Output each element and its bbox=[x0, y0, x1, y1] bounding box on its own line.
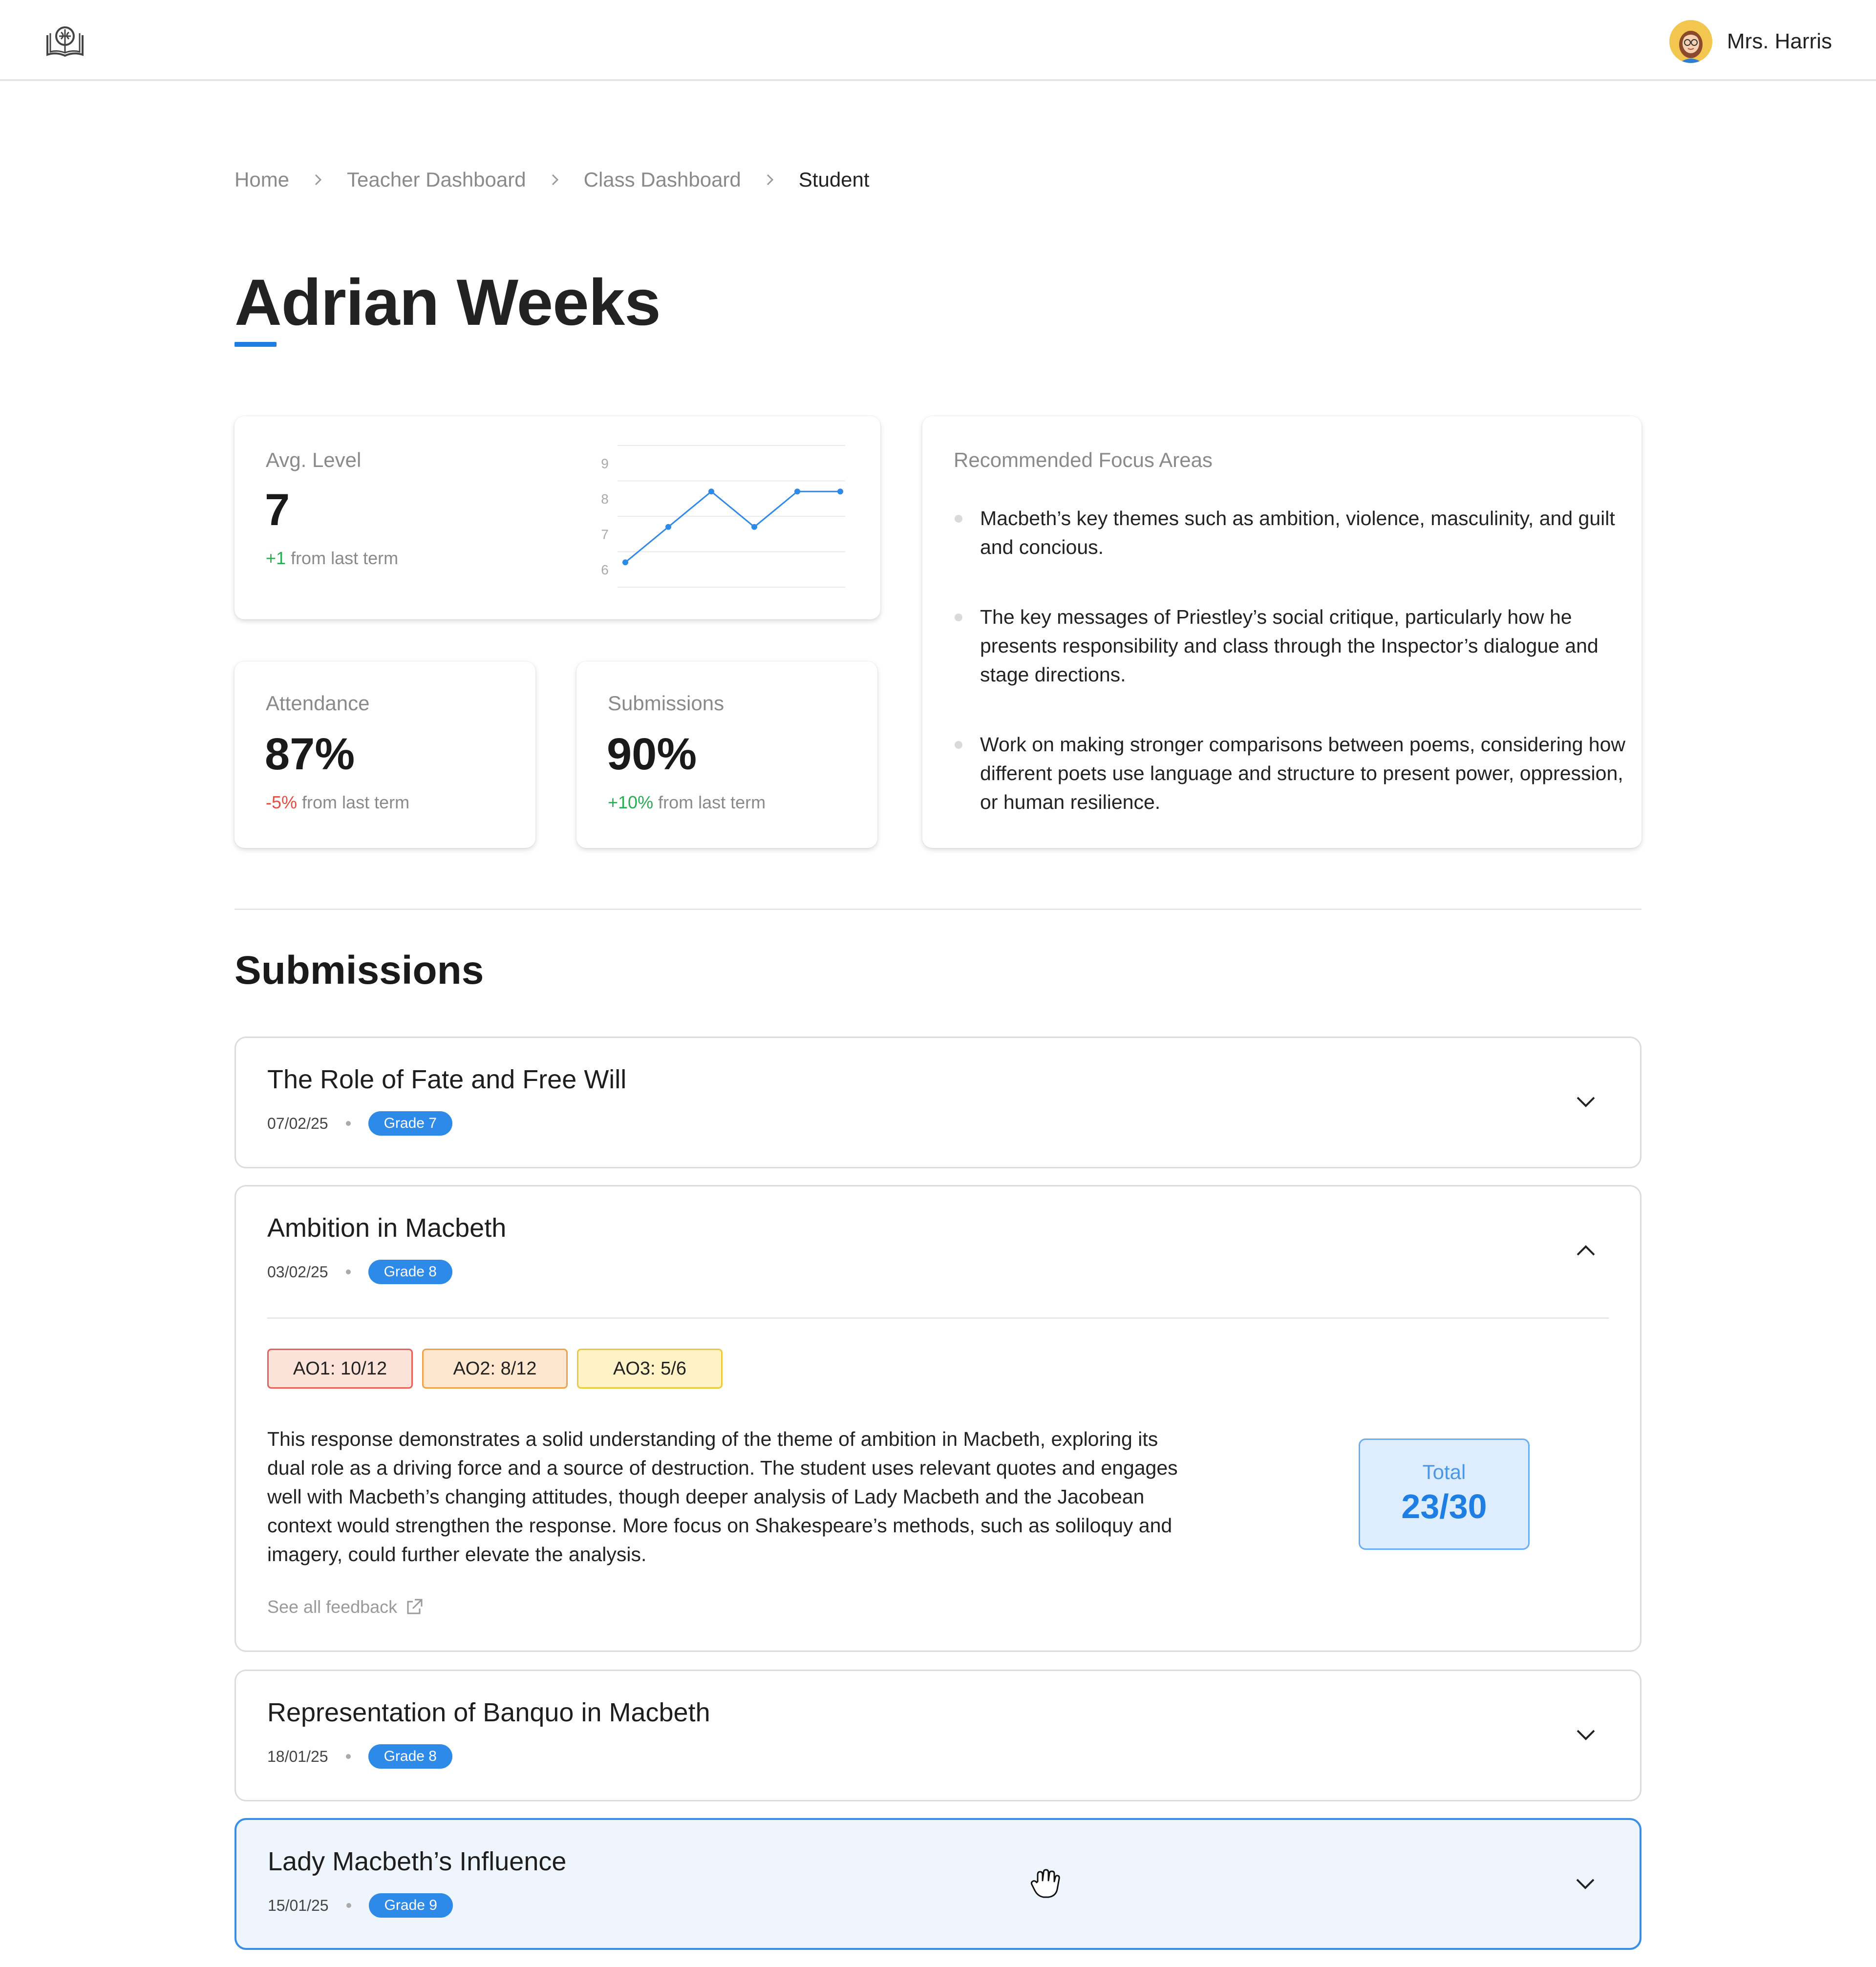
total-label: Total bbox=[1422, 1460, 1466, 1483]
attendance-value: 87% bbox=[265, 729, 355, 779]
attendance-label: Attendance bbox=[266, 692, 370, 715]
chart-point bbox=[751, 524, 757, 530]
submission-meta: 03/02/25 Grade 8 bbox=[267, 1260, 452, 1284]
inner-divider bbox=[267, 1317, 1609, 1319]
title-underline bbox=[234, 342, 277, 347]
book-brain-logo-icon[interactable] bbox=[45, 24, 85, 60]
user-menu[interactable]: Mrs. Harris bbox=[1669, 20, 1832, 63]
grade-badge: Grade 8 bbox=[368, 1744, 452, 1769]
see-all-feedback-label: See all feedback bbox=[267, 1597, 398, 1617]
breadcrumb-current: Student bbox=[798, 168, 870, 191]
avg-level-delta-suffix: from last term bbox=[291, 548, 399, 568]
grade-badge: Grade 9 bbox=[368, 1893, 453, 1918]
see-all-feedback-link[interactable]: See all feedback bbox=[267, 1597, 424, 1617]
submissions-heading: Submissions bbox=[234, 948, 484, 993]
chart-y-tick-label: 7 bbox=[601, 527, 609, 542]
focus-areas-list: Macbeth’s key themes such as ambition, v… bbox=[954, 504, 1628, 858]
feedback-text: This response demonstrates a solid under… bbox=[267, 1428, 1178, 1565]
separator-dot bbox=[346, 1903, 351, 1908]
attendance-delta: -5% from last term bbox=[266, 792, 409, 813]
page-title: Adrian Weeks bbox=[234, 266, 661, 339]
avg-level-line-chart: 9 8 7 6 bbox=[601, 445, 845, 588]
avg-level-delta: +1 from last term bbox=[266, 548, 398, 569]
chart-y-tick-label: 6 bbox=[601, 562, 609, 577]
ao2-score-badge: AO2: 8/12 bbox=[422, 1349, 568, 1389]
submission-item-hovered[interactable]: Lady Macbeth’s Influence 15/01/25 Grade … bbox=[234, 1818, 1642, 1950]
separator-dot bbox=[345, 1269, 351, 1274]
submission-date: 03/02/25 bbox=[267, 1263, 328, 1281]
chart-point bbox=[708, 488, 714, 495]
user-name: Mrs. Harris bbox=[1727, 29, 1832, 53]
submissions-value: 90% bbox=[607, 729, 697, 779]
submission-date: 07/02/25 bbox=[267, 1114, 328, 1132]
focus-item: The key messages of Priestley’s social c… bbox=[954, 603, 1628, 689]
submission-title: Lady Macbeth’s Influence bbox=[268, 1847, 567, 1876]
chevron-down-icon[interactable] bbox=[1576, 1096, 1596, 1108]
breadcrumb-home[interactable]: Home bbox=[234, 168, 289, 191]
attendance-delta-suffix: from last term bbox=[302, 792, 410, 812]
hand-cursor-icon bbox=[1030, 1869, 1060, 1898]
chart-y-tick-label: 8 bbox=[601, 491, 609, 507]
total-value: 23/30 bbox=[1401, 1487, 1487, 1525]
ao1-score-badge: AO1: 10/12 bbox=[267, 1349, 413, 1389]
attendance-card: Attendance 87% -5% from last term bbox=[234, 661, 535, 848]
submission-item[interactable]: The Role of Fate and Free Will 07/02/25 … bbox=[234, 1036, 1642, 1168]
top-bar: Mrs. Harris bbox=[0, 0, 1876, 81]
submission-meta: 15/01/25 Grade 9 bbox=[268, 1893, 453, 1918]
submission-date: 15/01/25 bbox=[268, 1896, 329, 1914]
submission-date: 18/01/25 bbox=[267, 1747, 328, 1765]
submission-title: Ambition in Macbeth bbox=[267, 1213, 507, 1243]
submission-title: The Role of Fate and Free Will bbox=[267, 1065, 627, 1094]
focus-areas-title: Recommended Focus Areas bbox=[954, 448, 1213, 471]
submission-item-expanded[interactable]: Ambition in Macbeth 03/02/25 Grade 8 AO1… bbox=[234, 1185, 1642, 1652]
chart-y-tick-label: 9 bbox=[601, 456, 609, 471]
submission-title: Representation of Banquo in Macbeth bbox=[267, 1698, 710, 1727]
focus-areas-card: Recommended Focus Areas Macbeth’s key th… bbox=[922, 416, 1642, 848]
submissions-label: Submissions bbox=[608, 692, 725, 715]
chevron-down-icon[interactable] bbox=[1575, 1878, 1596, 1890]
section-divider bbox=[234, 909, 1642, 910]
chart-point bbox=[665, 524, 671, 530]
external-link-icon bbox=[407, 1599, 423, 1614]
chevron-up-icon[interactable] bbox=[1576, 1244, 1596, 1257]
avg-level-delta-value: +1 bbox=[266, 548, 286, 568]
chevron-down-icon[interactable] bbox=[1576, 1729, 1596, 1741]
separator-dot bbox=[345, 1754, 351, 1759]
chart-point bbox=[837, 488, 843, 495]
submissions-delta-value: +10% bbox=[608, 792, 654, 812]
submission-meta: 18/01/25 Grade 8 bbox=[267, 1744, 452, 1769]
submission-item[interactable]: Representation of Banquo in Macbeth 18/0… bbox=[234, 1670, 1642, 1801]
total-score-box: Total 23/30 bbox=[1359, 1438, 1530, 1550]
avg-level-label: Avg. Level bbox=[266, 448, 362, 471]
breadcrumb-teacher-dashboard[interactable]: Teacher Dashboard bbox=[347, 168, 526, 191]
grade-badge: Grade 8 bbox=[368, 1260, 452, 1284]
submissions-delta-suffix: from last term bbox=[658, 792, 766, 812]
chart-point bbox=[794, 488, 800, 495]
avg-level-value: 7 bbox=[265, 485, 290, 535]
chevron-right-icon bbox=[767, 174, 773, 186]
breadcrumb: Home Teacher Dashboard Class Dashboard S… bbox=[234, 168, 870, 191]
ao3-score-badge: AO3: 5/6 bbox=[577, 1349, 723, 1389]
grade-badge: Grade 7 bbox=[368, 1111, 452, 1136]
attendance-delta-value: -5% bbox=[266, 792, 298, 812]
focus-item: Macbeth’s key themes such as ambition, v… bbox=[954, 504, 1628, 562]
submissions-card: Submissions 90% +10% from last term bbox=[576, 661, 877, 848]
chevron-right-icon bbox=[315, 174, 322, 186]
focus-item: Work on making stronger comparisons betw… bbox=[954, 730, 1628, 817]
submission-meta: 07/02/25 Grade 7 bbox=[267, 1111, 452, 1136]
submissions-delta: +10% from last term bbox=[608, 792, 766, 813]
avg-level-card: Avg. Level 7 +1 from last term 9 8 7 6 bbox=[234, 416, 880, 619]
teacher-avatar bbox=[1669, 20, 1712, 63]
breadcrumb-class-dashboard[interactable]: Class Dashboard bbox=[584, 168, 741, 191]
chevron-right-icon bbox=[552, 174, 558, 186]
chart-point bbox=[622, 559, 628, 566]
separator-dot bbox=[345, 1121, 351, 1126]
